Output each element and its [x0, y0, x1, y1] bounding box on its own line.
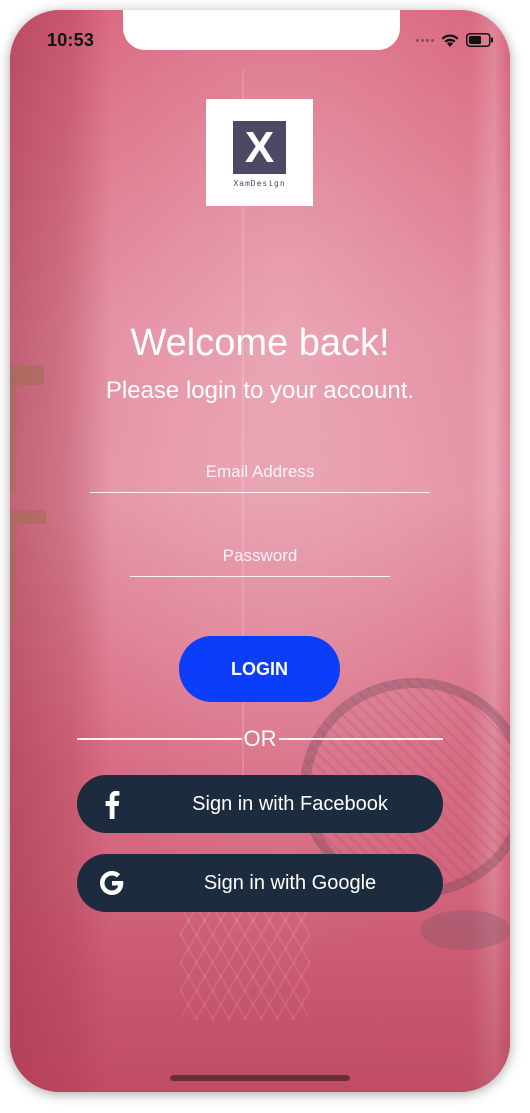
email-field[interactable] — [90, 452, 430, 492]
or-divider: OR — [77, 726, 443, 752]
logo-text: XamDesign — [233, 179, 286, 188]
google-signin-label: Sign in with Google — [203, 871, 377, 894]
app-logo: X XamDesign — [206, 99, 313, 206]
wifi-icon — [441, 33, 459, 47]
or-label: OR — [243, 726, 277, 751]
login-button[interactable]: LOGIN — [179, 636, 340, 702]
divider-line-right — [278, 738, 443, 740]
google-icon — [95, 854, 129, 912]
page-title: Welcome back! — [130, 322, 390, 364]
phone-screen: 10:53 X XamDesign Welcome back! Please l… — [10, 10, 510, 1092]
cellular-signal-icon — [416, 38, 434, 42]
logo-mark: X — [233, 121, 286, 174]
status-icons — [416, 30, 494, 50]
email-field-container — [90, 452, 430, 493]
password-field-container — [130, 536, 390, 577]
notch — [123, 10, 400, 50]
divider-line-left — [77, 738, 242, 740]
google-signin-button[interactable]: Sign in with Google — [77, 854, 443, 912]
battery-icon — [466, 33, 493, 47]
home-indicator — [170, 1075, 350, 1081]
facebook-signin-button[interactable]: Sign in with Facebook — [77, 775, 443, 833]
password-field[interactable] — [130, 536, 390, 576]
page-subtitle: Please login to your account. — [105, 377, 415, 404]
status-time: 10:53 — [47, 30, 95, 50]
facebook-icon — [95, 775, 129, 833]
facebook-signin-label: Sign in with Facebook — [192, 792, 388, 815]
